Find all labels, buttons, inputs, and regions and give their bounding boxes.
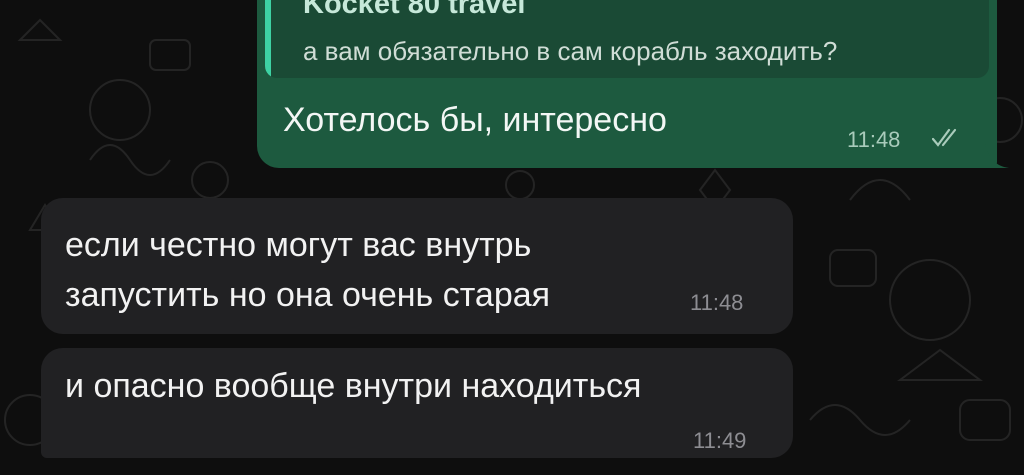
reply-quote[interactable]: Kocket 80 travel а вам обязательно в сам…	[265, 0, 989, 78]
reply-quoted-text: а вам обязательно в сам корабль заходить…	[303, 36, 838, 66]
message-text-line: если честно могут вас внутрь	[65, 226, 532, 264]
double-check-read-icon	[932, 128, 957, 147]
reply-sender-name: Kocket 80 travel	[303, 0, 526, 20]
message-text-line: и опасно вообще внутри находиться	[65, 367, 642, 405]
message-text-line: запустить но она очень старая	[65, 276, 551, 314]
outgoing-message-bubble[interactable]: Kocket 80 travel а вам обязательно в сам…	[257, 0, 1009, 168]
incoming-message-bubble[interactable]: и опасно вообще внутри находиться 11:49	[41, 348, 793, 458]
chat-view: Kocket 80 travel а вам обязательно в сам…	[0, 0, 1024, 475]
message-time: 11:48	[847, 127, 901, 152]
bubble-tail	[985, 144, 1009, 168]
incoming-message-bubble[interactable]: если честно могут вас внутрь запустить н…	[41, 198, 793, 334]
message-time: 11:49	[693, 428, 747, 453]
message-text: Хотелось бы, интересно	[283, 101, 667, 139]
reply-accent-bar	[265, 0, 271, 78]
message-time: 11:48	[690, 290, 744, 315]
